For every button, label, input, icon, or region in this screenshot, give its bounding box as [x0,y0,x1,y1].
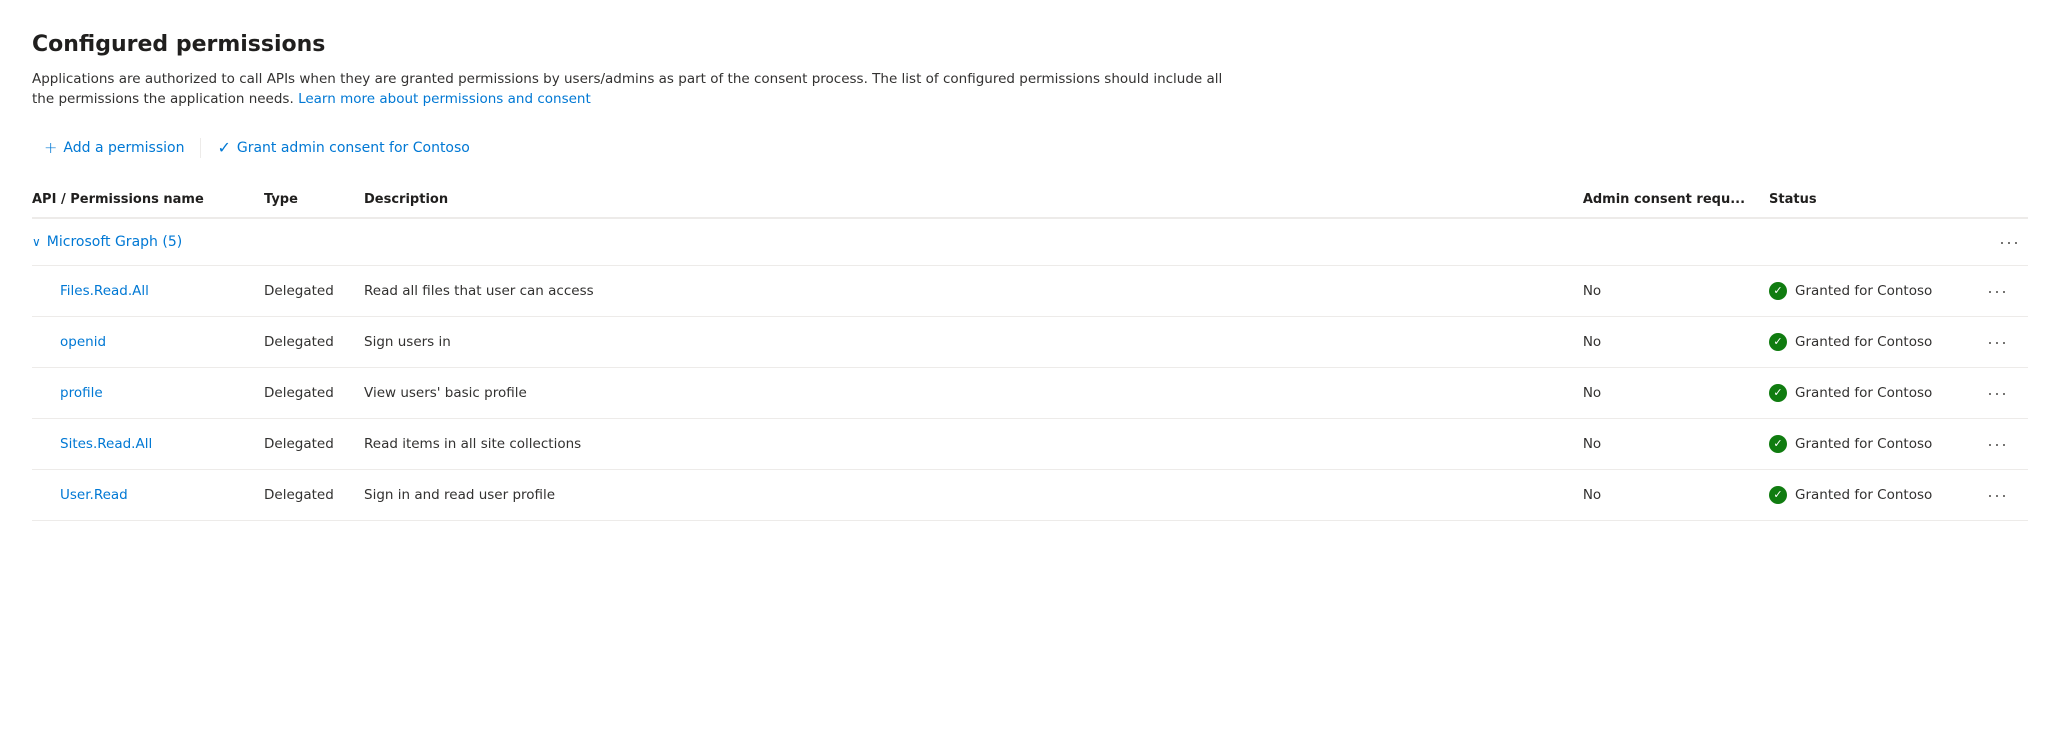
permission-more-button[interactable]: ··· [1979,482,2016,508]
toolbar: + Add a permission ✓ Grant admin consent… [32,134,2028,162]
col-header-api: API / Permissions name [32,182,252,218]
permission-description: View users' basic profile [352,367,1571,418]
permission-type: Delegated [252,418,352,469]
granted-icon: ✓ [1769,384,1787,402]
table-header-row: API / Permissions name Type Description … [32,182,2028,218]
permission-type: Delegated [252,265,352,316]
permission-description: Sign users in [352,316,1571,367]
permission-name-link[interactable]: User.Read [32,487,128,503]
table-row: User.Read Delegated Sign in and read use… [32,469,2028,520]
granted-icon: ✓ [1769,282,1787,300]
checkmark-icon: ✓ [217,140,230,156]
status-text: Granted for Contoso [1795,436,1932,452]
page-description: Applications are authorized to call APIs… [32,69,1232,110]
table-row: profile Delegated View users' basic prof… [32,367,2028,418]
permission-description: Read all files that user can access [352,265,1571,316]
status-text: Granted for Contoso [1795,283,1932,299]
table-row: Files.Read.All Delegated Read all files … [32,265,2028,316]
permission-status: ✓ Granted for Contoso [1769,435,1955,453]
status-text: Granted for Contoso [1795,385,1932,401]
table-group-row: ∨ Microsoft Graph (5) ··· [32,218,2028,266]
permission-more-button[interactable]: ··· [1979,329,2016,355]
toolbar-separator [200,138,201,158]
granted-icon: ✓ [1769,435,1787,453]
permission-status: ✓ Granted for Contoso [1769,486,1955,504]
add-icon: + [44,140,57,156]
status-text: Granted for Contoso [1795,487,1932,503]
learn-more-link[interactable]: Learn more about permissions and consent [298,91,591,107]
permission-name-link[interactable]: Sites.Read.All [32,436,152,452]
permission-name-link[interactable]: profile [32,385,103,401]
table-row: Sites.Read.All Delegated Read items in a… [32,418,2028,469]
page-title: Configured permissions [32,32,2028,57]
permission-type: Delegated [252,316,352,367]
col-header-actions [1967,182,2028,218]
permission-more-button[interactable]: ··· [1979,431,2016,457]
add-permission-button[interactable]: + Add a permission [32,134,196,162]
granted-icon: ✓ [1769,333,1787,351]
permission-type: Delegated [252,469,352,520]
col-header-description: Description [352,182,1571,218]
permission-admin-consent: No [1571,316,1757,367]
permission-admin-consent: No [1571,469,1757,520]
permission-status: ✓ Granted for Contoso [1769,282,1955,300]
permission-admin-consent: No [1571,418,1757,469]
permission-more-button[interactable]: ··· [1979,278,2016,304]
group-label[interactable]: ∨ Microsoft Graph (5) [32,234,1967,250]
granted-icon: ✓ [1769,486,1787,504]
status-text: Granted for Contoso [1795,334,1932,350]
col-header-type: Type [252,182,352,218]
permission-admin-consent: No [1571,265,1757,316]
permission-type: Delegated [252,367,352,418]
permission-status: ✓ Granted for Contoso [1769,384,1955,402]
table-row: openid Delegated Sign users in No ✓ Gran… [32,316,2028,367]
col-header-status: Status [1757,182,1967,218]
permissions-table: API / Permissions name Type Description … [32,182,2028,521]
permission-description: Sign in and read user profile [352,469,1571,520]
permission-admin-consent: No [1571,367,1757,418]
chevron-down-icon: ∨ [32,235,41,249]
permission-description: Read items in all site collections [352,418,1571,469]
group-more-button[interactable]: ··· [1991,229,2028,255]
col-header-admin-consent: Admin consent requ... [1571,182,1757,218]
permission-name-link[interactable]: Files.Read.All [32,283,149,299]
group-name: Microsoft Graph (5) [47,234,182,250]
permission-more-button[interactable]: ··· [1979,380,2016,406]
grant-consent-button[interactable]: ✓ Grant admin consent for Contoso [205,134,481,162]
permission-status: ✓ Granted for Contoso [1769,333,1955,351]
permission-name-link[interactable]: openid [32,334,106,350]
